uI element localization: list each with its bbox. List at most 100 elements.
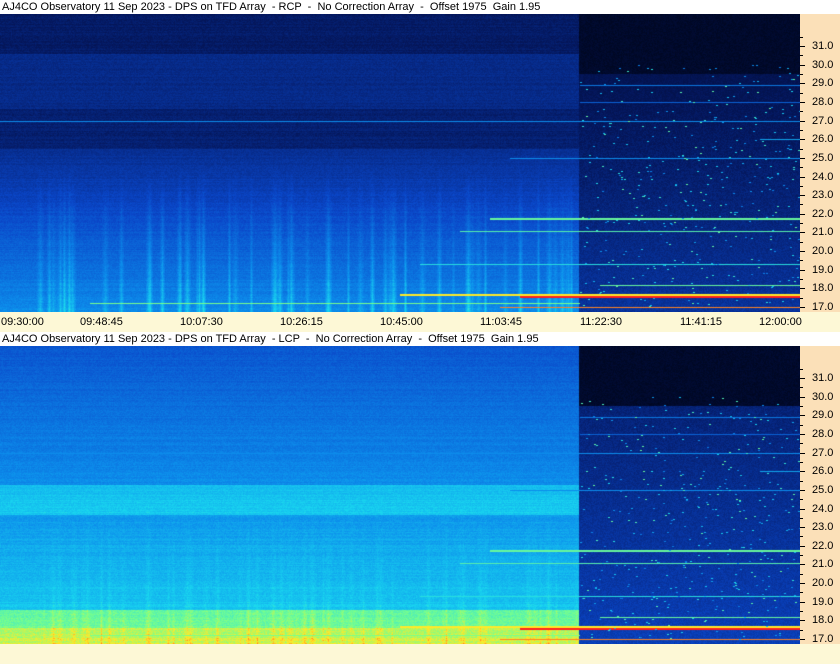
time-tick-label: 10:26:15 xyxy=(280,316,323,328)
freq-tick-mark xyxy=(800,415,805,417)
rcp-spectrogram xyxy=(0,14,800,312)
freq-tick-mark xyxy=(800,396,805,398)
freq-minor-tick xyxy=(800,148,803,150)
freq-tick-mark xyxy=(800,564,805,566)
freq-tick-label: 27.0 xyxy=(812,446,834,459)
freq-tick-mark xyxy=(800,508,805,510)
lcp-time-axis xyxy=(0,644,840,664)
rcp-frequency-axis: 31.0 30.0 29.0 28.0 27.0 26.0 25.0 24.0 23.0 22.0… xyxy=(800,14,840,313)
freq-tick-label: 24.0 xyxy=(812,170,834,183)
freq-minor-tick xyxy=(800,185,803,187)
freq-tick-mark xyxy=(800,269,805,271)
freq-tick-mark xyxy=(800,157,805,159)
freq-minor-tick xyxy=(800,424,803,426)
freq-minor-tick xyxy=(800,629,803,631)
freq-tick-mark xyxy=(800,471,805,473)
freq-tick-label: 31.0 xyxy=(812,40,834,52)
freq-minor-tick xyxy=(800,73,803,75)
freq-minor-tick xyxy=(800,405,803,407)
freq-tick-label: 26.0 xyxy=(812,133,834,146)
freq-tick-label: 26.0 xyxy=(812,465,834,478)
freq-tick-mark xyxy=(800,288,805,290)
freq-minor-tick xyxy=(800,461,803,463)
rcp-time-axis: 09:30:00 09:48:45 10:07:30 10:26:15 10:45:00… xyxy=(0,312,840,332)
freq-tick-label: 30.0 xyxy=(812,58,834,71)
freq-tick-label: 23.0 xyxy=(812,521,834,534)
rcp-panel-title: AJ4CO Observatory 11 Sep 2023 - DPS on T… xyxy=(0,0,840,14)
time-tick-label: 09:30:00 xyxy=(1,316,44,328)
freq-tick-mark xyxy=(800,251,805,253)
freq-tick-label: 20.0 xyxy=(812,245,834,258)
freq-tick-mark xyxy=(800,620,805,622)
freq-minor-tick xyxy=(800,129,803,131)
freq-tick-label: 30.0 xyxy=(812,390,834,403)
freq-tick-label: 18.0 xyxy=(812,614,834,627)
freq-tick-mark xyxy=(800,83,805,85)
freq-tick-label: 25.0 xyxy=(812,483,834,496)
freq-minor-tick xyxy=(800,499,803,501)
freq-minor-tick xyxy=(800,592,803,594)
freq-tick-mark xyxy=(800,213,805,215)
freq-tick-mark xyxy=(800,489,805,491)
freq-minor-tick xyxy=(800,573,803,575)
freq-tick-label: 28.0 xyxy=(812,95,834,108)
time-tick-label: 10:45:00 xyxy=(380,316,423,328)
freq-minor-tick xyxy=(800,443,803,445)
lcp-frequency-axis: 31.0 30.0 29.0 28.0 27.0 26.0 25.0 24.0 23.0 22.0… xyxy=(800,346,840,645)
freq-tick-mark xyxy=(800,452,805,454)
lcp-spectrogram xyxy=(0,346,800,644)
time-tick-label: 11:41:15 xyxy=(680,316,723,328)
freq-tick-mark xyxy=(800,120,805,122)
freq-tick-label: 22.0 xyxy=(812,207,834,220)
freq-tick-mark xyxy=(800,139,805,141)
time-tick-label: 10:07:30 xyxy=(180,316,223,328)
freq-tick-label: 19.0 xyxy=(812,595,834,608)
freq-minor-tick xyxy=(800,111,803,113)
freq-tick-label: 29.0 xyxy=(812,409,834,422)
freq-minor-tick xyxy=(800,55,803,57)
freq-tick-mark xyxy=(800,527,805,529)
freq-tick-mark xyxy=(800,601,805,603)
freq-tick-mark xyxy=(800,583,805,585)
freq-minor-tick xyxy=(800,241,803,243)
freq-tick-mark xyxy=(800,195,805,197)
freq-minor-tick xyxy=(800,368,803,370)
freq-tick-label: 20.0 xyxy=(812,577,834,590)
time-tick-label: 11:03:45 xyxy=(480,316,523,328)
freq-tick-label: 29.0 xyxy=(812,77,834,90)
freq-minor-tick xyxy=(800,204,803,206)
time-tick-label: 12:00:00 xyxy=(759,316,802,328)
freq-minor-tick xyxy=(800,387,803,389)
freq-minor-tick xyxy=(800,167,803,169)
freq-minor-tick xyxy=(800,517,803,519)
time-tick-label: 09:48:45 xyxy=(80,316,123,328)
freq-tick-mark xyxy=(800,545,805,547)
freq-minor-tick xyxy=(800,297,803,299)
freq-tick-mark xyxy=(800,433,805,435)
freq-tick-mark xyxy=(800,307,805,308)
freq-tick-mark xyxy=(800,232,805,234)
freq-minor-tick xyxy=(800,279,803,281)
freq-tick-label: 31.0 xyxy=(812,372,834,384)
freq-tick-label: 19.0 xyxy=(812,263,834,276)
freq-tick-mark xyxy=(800,46,805,47)
freq-tick-label: 21.0 xyxy=(812,226,834,239)
freq-tick-label: 18.0 xyxy=(812,282,834,295)
freq-minor-tick xyxy=(800,555,803,557)
lcp-panel-title: AJ4CO Observatory 11 Sep 2023 - DPS on T… xyxy=(0,332,840,346)
freq-minor-tick xyxy=(800,480,803,482)
freq-tick-mark xyxy=(800,101,805,103)
freq-tick-label: 24.0 xyxy=(812,502,834,515)
freq-tick-mark xyxy=(800,378,805,379)
freq-minor-tick xyxy=(800,536,803,538)
freq-tick-label: 25.0 xyxy=(812,151,834,164)
time-tick-label: 11:22:30 xyxy=(580,316,623,328)
freq-minor-tick xyxy=(800,611,803,613)
freq-tick-label: 27.0 xyxy=(812,114,834,127)
freq-tick-mark xyxy=(800,176,805,178)
freq-tick-label: 22.0 xyxy=(812,539,834,552)
freq-tick-mark xyxy=(800,639,805,640)
freq-minor-tick xyxy=(800,223,803,225)
freq-tick-label: 23.0 xyxy=(812,189,834,202)
freq-minor-tick xyxy=(800,36,803,38)
